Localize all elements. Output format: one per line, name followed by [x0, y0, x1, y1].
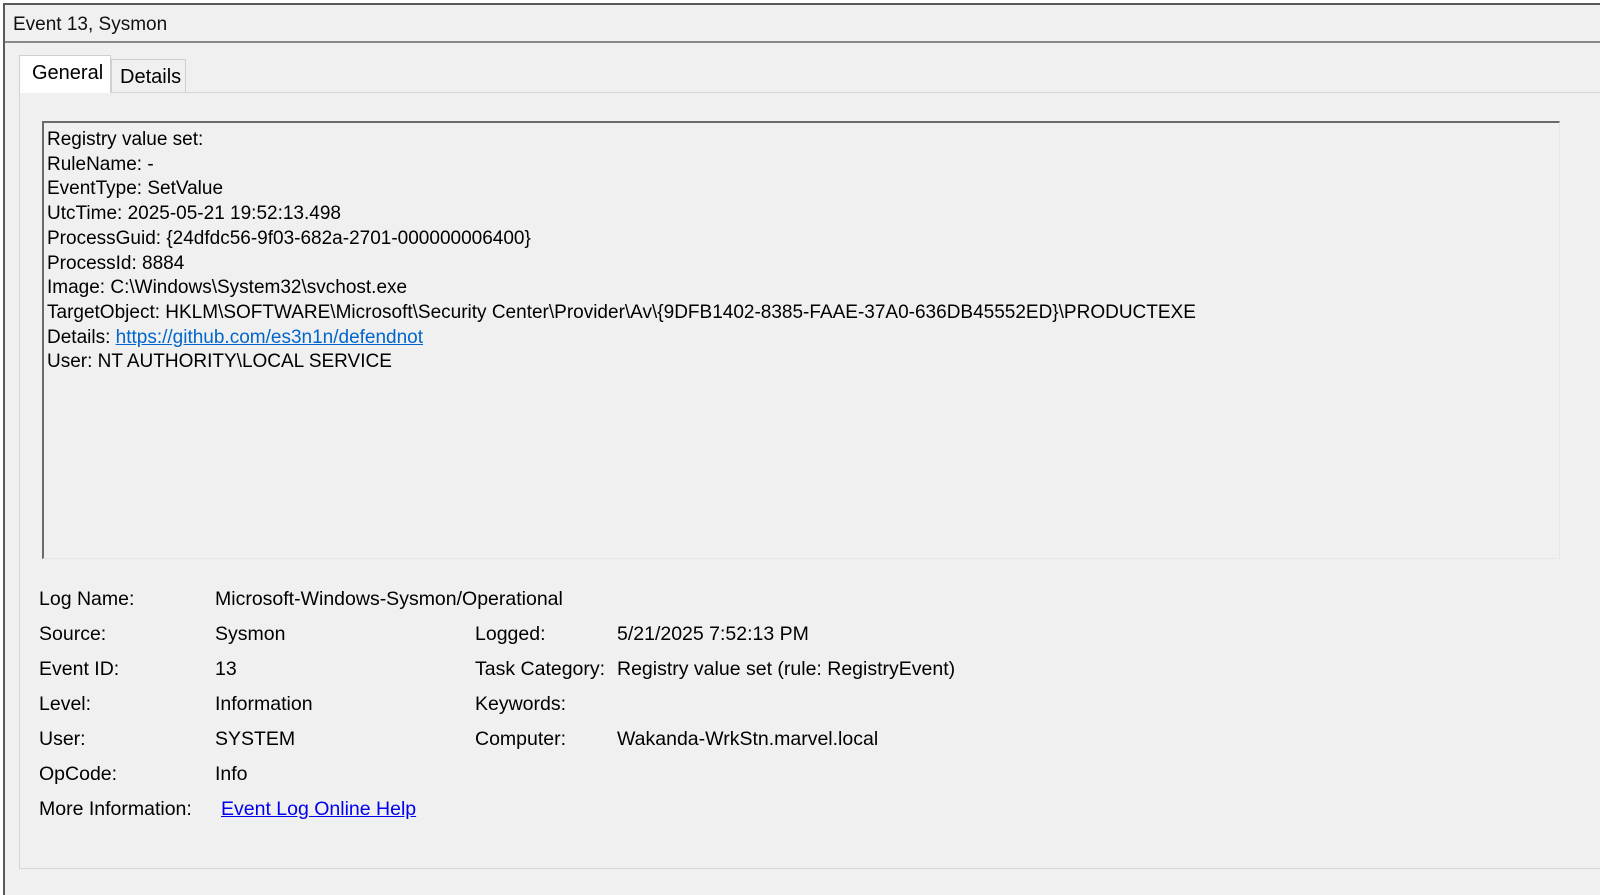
description-details-line: Details: https://github.com/es3n1n/defen… [47, 326, 1556, 351]
level-value[interactable]: Information [215, 693, 313, 716]
details-link[interactable]: https://github.com/es3n1n/defendnot [116, 327, 423, 348]
description-line: Image: C:\Windows\System32\svchost.exe [47, 277, 408, 299]
task-category-label: Task Category: [475, 658, 606, 680]
description-line: ProcessId: 8884 [47, 252, 185, 274]
window-title: Event 13, Sysmon [13, 14, 168, 35]
description-line: RuleName: - [47, 153, 154, 175]
computer-label: Computer: [475, 728, 567, 750]
tab-general[interactable]: General [19, 55, 111, 93]
details-label: Details: [47, 326, 116, 348]
user-label: User: [39, 728, 86, 750]
title-bar: Event 13, Sysmon [5, 5, 1600, 43]
opcode-value[interactable]: Info [215, 763, 248, 786]
more-information-label: More Information: [39, 798, 192, 820]
description-line: TargetObject: HKLM\SOFTWARE\Microsoft\Se… [47, 301, 1196, 323]
tab-strip: General Details [19, 55, 1600, 93]
opcode-label: OpCode: [39, 763, 118, 785]
general-panel: Registry value set: RuleName: - EventTyp… [19, 92, 1600, 869]
description-line: User: NT AUTHORITY\LOCAL SERVICE [47, 351, 392, 373]
log-name-value[interactable]: Microsoft-Windows-Sysmon/Operational [215, 588, 563, 611]
logged-value[interactable]: 5/21/2025 7:52:13 PM [617, 623, 809, 646]
description-line: ProcessGuid: {24dfdc56-9f03-682a-2701-00… [47, 227, 531, 249]
user-value[interactable]: SYSTEM [215, 728, 295, 751]
computer-value[interactable]: Wakanda-WrkStn.marvel.local [617, 728, 878, 751]
event-properties-window: Event 13, Sysmon General Details Registr… [3, 3, 1600, 895]
source-label: Source: [39, 623, 107, 645]
logged-label: Logged: [475, 623, 546, 645]
keywords-label: Keywords: [475, 693, 567, 715]
source-value[interactable]: Sysmon [215, 623, 285, 646]
description-line: EventType: SetValue [47, 178, 224, 200]
level-label: Level: [39, 693, 92, 715]
description-line: Registry value set: [47, 129, 204, 150]
event-id-label: Event ID: [39, 658, 120, 680]
task-category-value[interactable]: Registry value set (rule: RegistryEvent) [617, 658, 955, 681]
description-line: UtcTime: 2025-05-21 19:52:13.498 [47, 203, 341, 225]
tab-details[interactable]: Details [111, 59, 186, 93]
event-log-online-help-link[interactable]: Event Log Online Help [221, 798, 416, 821]
event-description-box[interactable]: Registry value set: RuleName: - EventTyp… [42, 121, 1560, 559]
log-name-label: Log Name: [39, 588, 135, 610]
event-id-value[interactable]: 13 [215, 658, 237, 681]
